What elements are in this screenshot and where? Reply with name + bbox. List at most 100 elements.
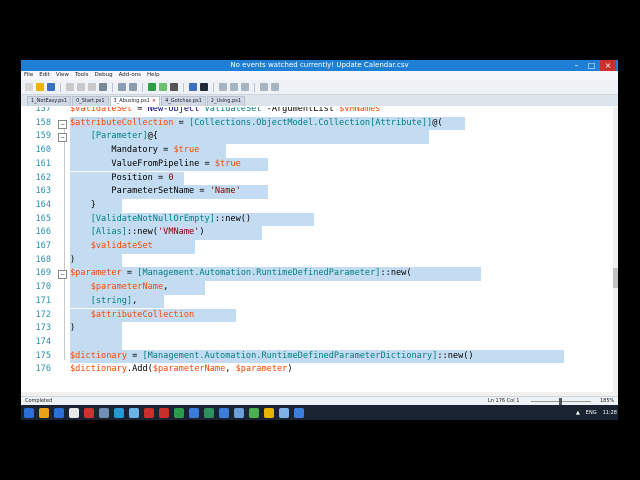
new-file-icon[interactable] bbox=[25, 83, 33, 91]
tab-1-noteasy-ps1[interactable]: 1_NotEasy.ps1 bbox=[27, 96, 72, 106]
menu-item-tools[interactable]: Tools bbox=[75, 71, 89, 80]
menu-item-edit[interactable]: Edit bbox=[39, 71, 50, 80]
code-line[interactable]: 174 bbox=[21, 335, 613, 350]
code-line[interactable]: 163 ParameterSetName = 'Name' bbox=[21, 185, 613, 199]
code-line[interactable]: 162 Position = 0 bbox=[21, 171, 613, 186]
menu-item-add-ons[interactable]: Add-ons bbox=[119, 71, 141, 80]
taskbar-app-icon[interactable] bbox=[174, 407, 184, 418]
line-number: 168 bbox=[35, 254, 51, 265]
taskbar-app-icon[interactable] bbox=[189, 407, 199, 418]
code-token: $dictionary bbox=[70, 364, 127, 375]
code-line[interactable]: 172 $attributeCollection bbox=[21, 308, 613, 323]
collapse-region-icon[interactable]: − bbox=[58, 119, 67, 129]
code-line[interactable]: 164 } bbox=[21, 198, 613, 213]
code-text: ) bbox=[70, 253, 613, 268]
tab-3-abusing-ps1[interactable]: 3_Abusing.ps1 × bbox=[109, 96, 161, 106]
menu-item-view[interactable]: View bbox=[56, 71, 69, 80]
vertical-scroll-thumb[interactable] bbox=[613, 268, 618, 288]
network-icon[interactable]: ▲ bbox=[576, 410, 580, 416]
run-script-icon[interactable] bbox=[148, 83, 156, 91]
show-commands-icon[interactable] bbox=[260, 83, 268, 91]
taskbar-app-icon[interactable] bbox=[279, 407, 289, 418]
taskbar-app-icon[interactable] bbox=[249, 407, 259, 418]
zoom-slider-thumb[interactable] bbox=[559, 398, 562, 405]
stop-icon[interactable] bbox=[170, 83, 178, 91]
tab-label: 1_NotEasy.ps1 bbox=[31, 98, 68, 104]
code-line[interactable]: 176 $dictionary.Add($parameterName, $para… bbox=[21, 363, 613, 377]
tab-2-using-ps1[interactable]: 2_Using.ps1 bbox=[206, 96, 246, 106]
layout-right-icon[interactable] bbox=[230, 83, 238, 91]
line-number: 158 bbox=[35, 117, 51, 128]
taskbar-app-icon[interactable] bbox=[294, 407, 304, 418]
taskbar-app-icon[interactable] bbox=[84, 407, 94, 418]
code-text: [Parameter]@{ bbox=[70, 130, 613, 145]
code-line[interactable]: 173) bbox=[21, 322, 613, 336]
code-line[interactable]: 161 ValueFromPipeline = $true bbox=[21, 157, 613, 172]
save-icon[interactable] bbox=[47, 83, 55, 91]
close-tab-icon[interactable]: × bbox=[152, 98, 156, 104]
undo-icon[interactable] bbox=[118, 83, 126, 91]
taskbar-app-icon[interactable] bbox=[129, 407, 139, 418]
taskbar-app-icon[interactable] bbox=[234, 407, 244, 418]
taskbar-app-icon[interactable] bbox=[264, 407, 274, 418]
line-number: 169 bbox=[35, 268, 51, 279]
vertical-scrollbar[interactable] bbox=[613, 107, 618, 392]
code-line[interactable]: 168) bbox=[21, 253, 613, 268]
code-line[interactable]: 159− [Parameter]@{ bbox=[21, 130, 613, 145]
code-line[interactable]: 158− $attributeCollection = [Collections.… bbox=[21, 116, 613, 131]
maximize-icon[interactable]: □ bbox=[585, 60, 598, 71]
code-line[interactable]: 166 [Alias]::new('VMName') bbox=[21, 226, 613, 240]
taskbar-app-icon[interactable] bbox=[54, 407, 64, 418]
code-line[interactable]: 165 [ValidateNotNullOrEmpty]::new() bbox=[21, 212, 613, 227]
redo-icon[interactable] bbox=[129, 83, 137, 91]
addon-tools-icon[interactable] bbox=[271, 83, 279, 91]
collapse-region-icon[interactable]: − bbox=[58, 270, 67, 280]
taskbar-app-icon[interactable] bbox=[204, 407, 214, 418]
code-line[interactable]: 157 $validateSet = New-Object ValidateSet… bbox=[21, 107, 613, 117]
code-token: $parameter bbox=[235, 364, 288, 375]
remote-powershell-icon[interactable] bbox=[189, 83, 197, 91]
minimize-icon[interactable]: – bbox=[570, 60, 583, 71]
toolbar-divider bbox=[183, 82, 184, 92]
clock[interactable]: 11:28 bbox=[603, 410, 617, 416]
cut-icon[interactable] bbox=[66, 83, 74, 91]
code-line[interactable]: 171 [string], bbox=[21, 294, 613, 309]
menu-item-file[interactable]: File bbox=[24, 71, 33, 80]
script-editor[interactable]: 157 $validateSet = New-Object ValidateSet… bbox=[21, 107, 618, 392]
code-line[interactable]: 167 $validateSet bbox=[21, 240, 613, 254]
code-token: New-Object bbox=[147, 107, 200, 114]
paste-icon[interactable] bbox=[88, 83, 96, 91]
layout-max-icon[interactable] bbox=[241, 83, 249, 91]
run-selection-icon[interactable] bbox=[159, 83, 167, 91]
clear-icon[interactable] bbox=[99, 83, 107, 91]
collapse-region-icon[interactable]: − bbox=[58, 133, 67, 143]
powershell-console-icon[interactable] bbox=[200, 83, 208, 91]
tab-0-start-ps1[interactable]: 0_Start.ps1 bbox=[72, 96, 109, 106]
code-line[interactable]: 160 Mandatory = $true bbox=[21, 144, 613, 158]
taskbar-app-icon[interactable] bbox=[99, 407, 109, 418]
taskbar-app-icon[interactable] bbox=[144, 407, 154, 418]
taskbar-app-icon[interactable] bbox=[69, 407, 79, 418]
start-icon[interactable] bbox=[24, 407, 34, 418]
input-language[interactable]: ENG bbox=[586, 410, 597, 416]
tab-4-gotchas-ps1[interactable]: 4_Gotchas.ps1 bbox=[161, 96, 206, 106]
code-line[interactable]: 175 $dictionary = [Management.Automation.… bbox=[21, 349, 613, 364]
code-line[interactable]: 169− $parameter = [Management.Automation.… bbox=[21, 267, 613, 282]
menu-item-help[interactable]: Help bbox=[147, 71, 160, 80]
open-folder-icon[interactable] bbox=[36, 83, 44, 91]
copy-icon[interactable] bbox=[77, 83, 85, 91]
close-icon[interactable]: × bbox=[600, 60, 616, 71]
code-text: [Alias]::new('VMName') bbox=[70, 226, 613, 240]
taskbar-app-icon[interactable] bbox=[39, 407, 49, 418]
taskbar-app-icon[interactable] bbox=[219, 407, 229, 418]
code-text: $attributeCollection bbox=[70, 308, 613, 323]
code-token: Position = bbox=[70, 172, 169, 183]
window-titlebar[interactable]: No events watched currently! Update Cale… bbox=[21, 60, 618, 71]
code-token: @( bbox=[432, 117, 443, 128]
layout-top-icon[interactable] bbox=[219, 83, 227, 91]
code-line[interactable]: 170 $parameterName, bbox=[21, 281, 613, 295]
taskbar-app-icon[interactable] bbox=[114, 407, 124, 418]
menu-item-debug[interactable]: Debug bbox=[95, 71, 113, 80]
code-token: $parameterName bbox=[152, 364, 226, 375]
taskbar-app-icon[interactable] bbox=[159, 407, 169, 418]
